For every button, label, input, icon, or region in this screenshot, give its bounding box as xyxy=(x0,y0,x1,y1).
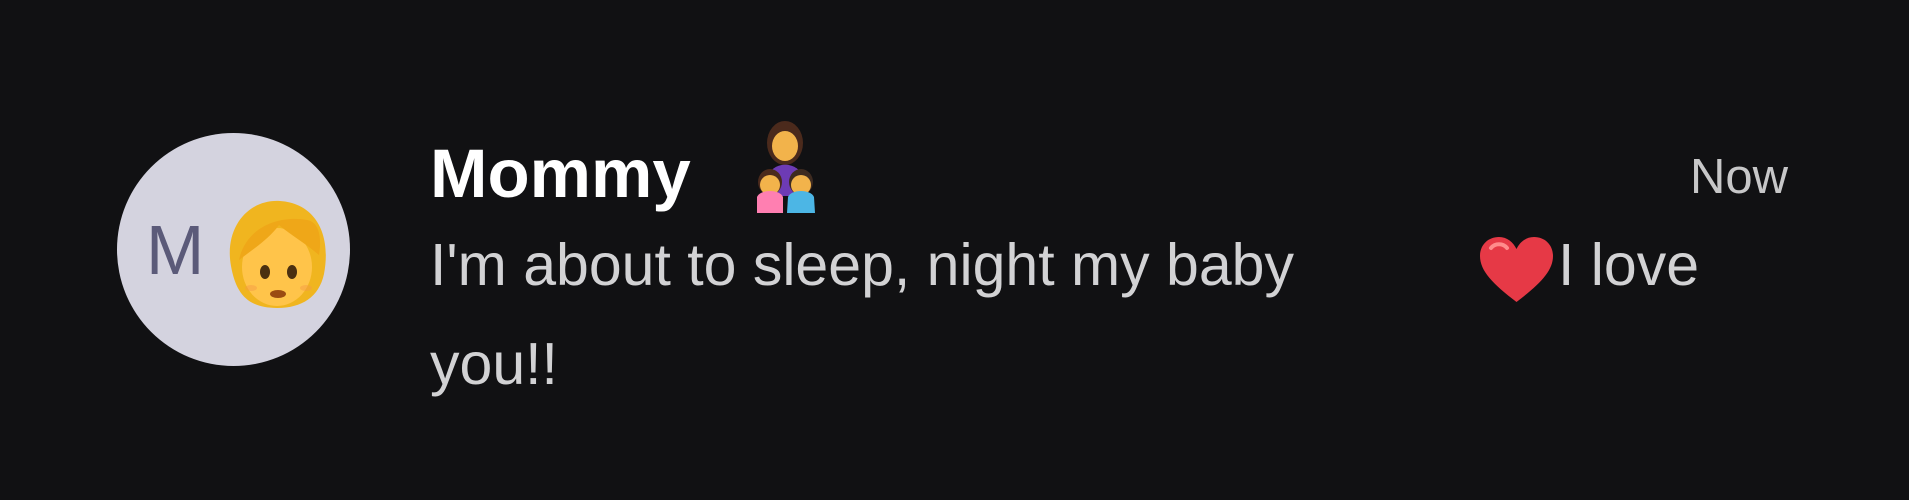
red-heart-icon xyxy=(1480,237,1553,302)
avatar-initial: M xyxy=(146,211,205,289)
woman-emoji-icon xyxy=(229,200,326,308)
message-notification[interactable]: M Mommy Now I'm about to sleep, night my… xyxy=(0,0,1909,500)
contact-avatar: M xyxy=(117,133,350,366)
notification-timestamp: Now xyxy=(1689,150,1788,204)
message-preview-tail: I love xyxy=(1558,232,1700,298)
message-preview-line-2: you!! xyxy=(430,331,558,397)
family-mother-children-icon xyxy=(757,121,815,213)
sender-name: Mommy xyxy=(430,135,691,212)
message-preview-line-1: I'm about to sleep, night my baby xyxy=(430,232,1294,298)
